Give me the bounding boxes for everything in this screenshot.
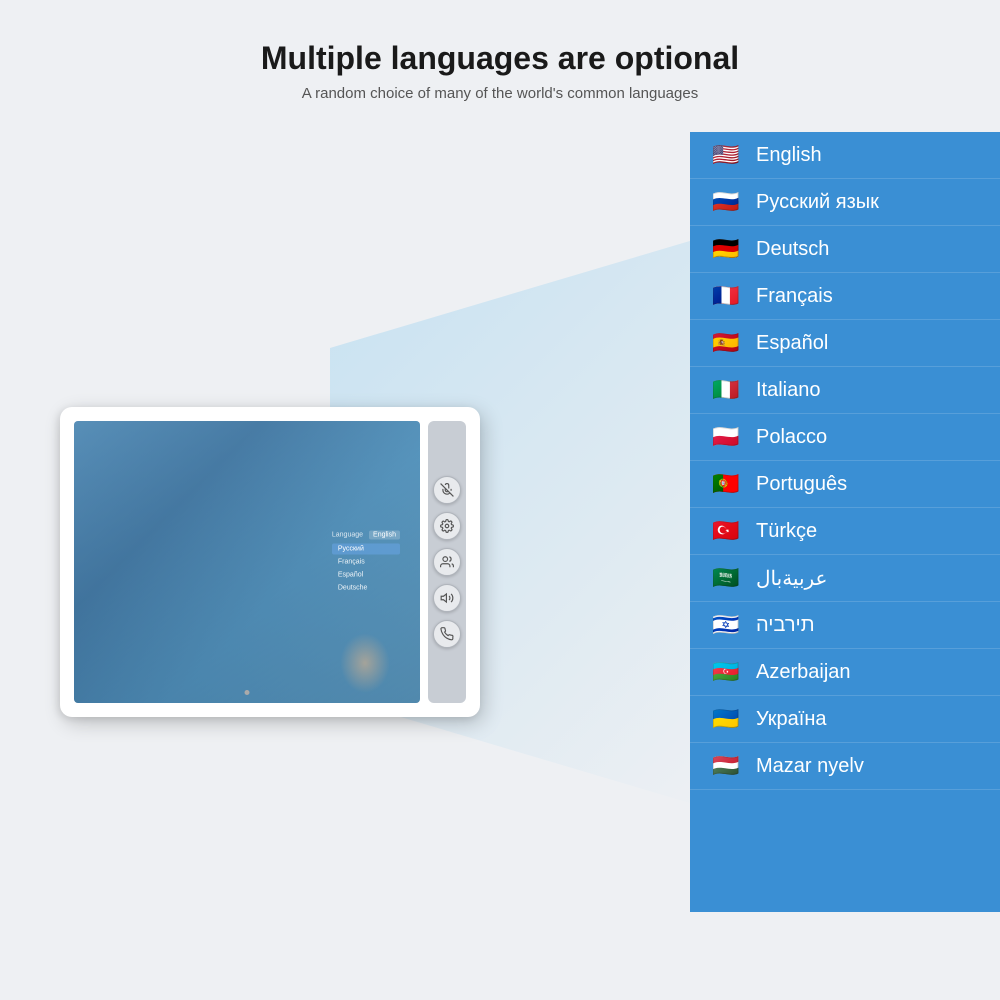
language-name-arabic: عربيةبال (756, 566, 827, 591)
flag-hebrew: 🇮🇱 (708, 612, 744, 638)
flag-russian: 🇷🇺 (708, 189, 744, 215)
page-container: Multiple languages are optional A random… (0, 0, 1000, 1000)
language-name-hungarian: Mazar nyelv (756, 755, 864, 778)
flag-spanish: 🇪🇸 (708, 330, 744, 356)
language-item-ukrainian[interactable]: 🇺🇦 Україна (690, 696, 1000, 743)
language-name-spanish: Español (756, 332, 828, 355)
device-dot (245, 690, 250, 695)
language-name-turkish: Türkçe (756, 520, 817, 543)
language-name-italian: Italiano (756, 379, 821, 402)
call-button[interactable] (433, 620, 461, 648)
language-item-azerbaijani[interactable]: 🇦🇿 Azerbaijan (690, 649, 1000, 696)
flag-hungarian: 🇭🇺 (708, 753, 744, 779)
language-name-hebrew: תירביה (756, 614, 815, 637)
volume-button[interactable] (433, 584, 461, 612)
language-list: 🇺🇸 English 🇷🇺 Русский язык 🇩🇪 Deutsch 🇫🇷 França… (690, 132, 1000, 912)
language-name-azerbaijani: Azerbaijan (756, 661, 851, 684)
device-frame: Language English Pусский Français Españo… (60, 407, 480, 717)
flag-german: 🇩🇪 (708, 236, 744, 262)
screen-selected: English (369, 531, 400, 540)
screen-option-3[interactable]: Español (332, 570, 400, 581)
language-item-russian[interactable]: 🇷🇺 Русский язык (690, 179, 1000, 226)
mute-icon (440, 483, 454, 497)
call-icon (440, 627, 454, 641)
language-item-italian[interactable]: 🇮🇹 Italiano (690, 367, 1000, 414)
flag-arabic: 🇸🇦 (708, 565, 744, 591)
language-item-english[interactable]: 🇺🇸 English (690, 132, 1000, 179)
language-item-french[interactable]: 🇫🇷 Français (690, 273, 1000, 320)
volume-icon (440, 591, 454, 605)
flag-polish: 🇵🇱 (708, 424, 744, 450)
language-name-portuguese: Português (756, 473, 847, 496)
language-item-polish[interactable]: 🇵🇱 Polacco (690, 414, 1000, 461)
screen-option-1[interactable]: Pусский (332, 544, 400, 555)
flag-italian: 🇮🇹 (708, 377, 744, 403)
language-name-german: Deutsch (756, 238, 829, 261)
screen-option-2[interactable]: Français (332, 557, 400, 568)
language-item-portuguese[interactable]: 🇵🇹 Português (690, 461, 1000, 508)
main-content: Language English Pусский Français Españo… (0, 132, 1000, 912)
page-subtitle: A random choice of many of the world's c… (20, 85, 980, 102)
device-buttons (428, 421, 466, 703)
mute-button[interactable] (433, 476, 461, 504)
language-name-french: Français (756, 285, 833, 308)
language-name-ukrainian: Україна (756, 708, 827, 731)
device-screen: Language English Pусский Français Españo… (74, 421, 420, 703)
screen-label: Language (332, 532, 363, 539)
screen-option-4[interactable]: Deutsche (332, 583, 400, 594)
flag-portuguese: 🇵🇹 (708, 471, 744, 497)
language-name-russian: Русский язык (756, 191, 879, 214)
language-item-hebrew[interactable]: 🇮🇱 תירביה (690, 602, 1000, 649)
screen-menu: Language English Pусский Français Españo… (332, 531, 400, 594)
language-item-german[interactable]: 🇩🇪 Deutsch (690, 226, 1000, 273)
screen-menu-header: Language English (332, 531, 400, 540)
flag-french: 🇫🇷 (708, 283, 744, 309)
language-item-turkish[interactable]: 🇹🇷 Türkçe (690, 508, 1000, 555)
flag-english: 🇺🇸 (708, 142, 744, 168)
screen-hand (340, 633, 390, 693)
language-item-arabic[interactable]: 🇸🇦 عربيةبال (690, 555, 1000, 602)
flag-turkish: 🇹🇷 (708, 518, 744, 544)
language-name-english: English (756, 144, 822, 167)
language-name-polish: Polacco (756, 426, 827, 449)
page-title: Multiple languages are optional (20, 40, 980, 77)
flag-ukrainian: 🇺🇦 (708, 706, 744, 732)
settings-button[interactable] (433, 512, 461, 540)
intercom-icon (440, 555, 454, 569)
header: Multiple languages are optional A random… (0, 0, 1000, 122)
language-item-hungarian[interactable]: 🇭🇺 Mazar nyelv (690, 743, 1000, 790)
intercom-button[interactable] (433, 548, 461, 576)
language-item-spanish[interactable]: 🇪🇸 Español (690, 320, 1000, 367)
settings-icon (440, 519, 454, 533)
flag-azerbaijani: 🇦🇿 (708, 659, 744, 685)
